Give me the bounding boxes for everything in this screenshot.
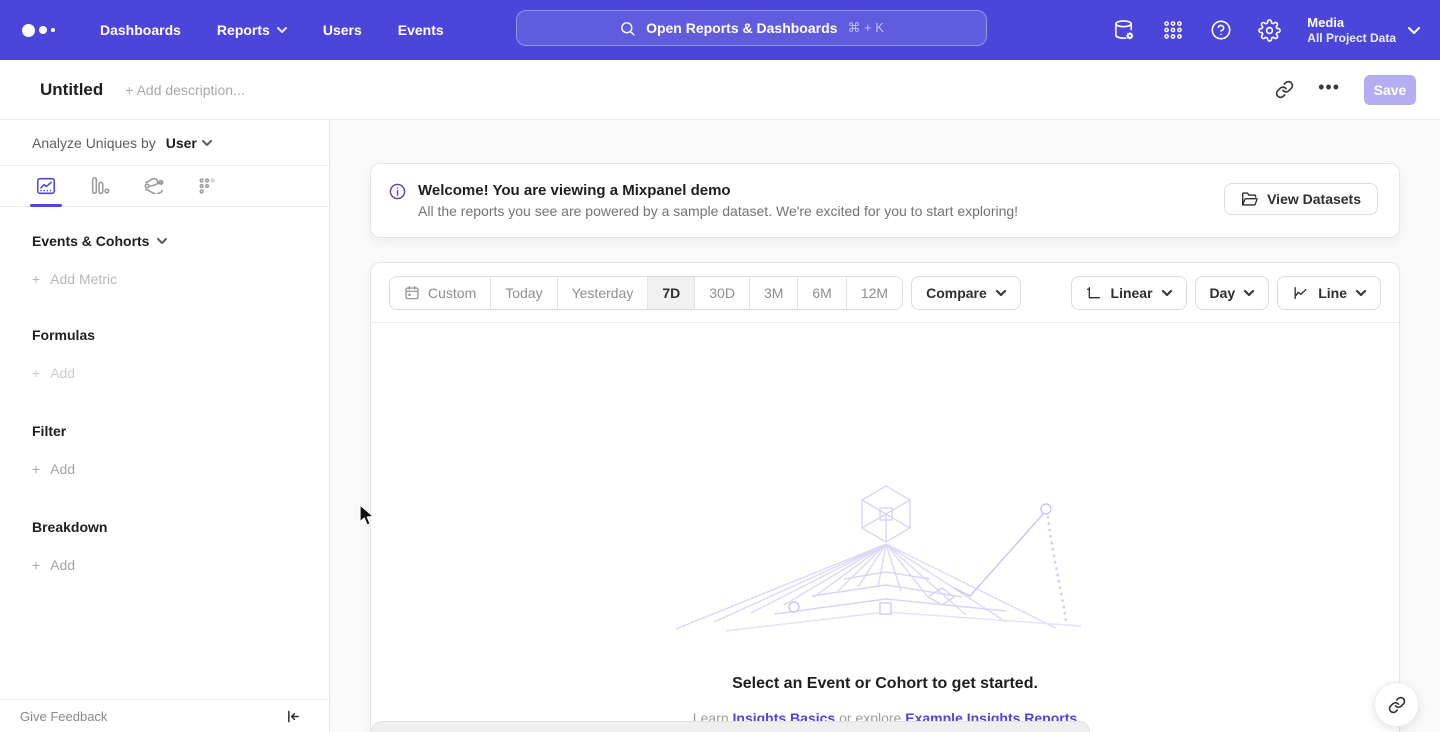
collapse-sidebar-icon[interactable]	[286, 709, 301, 724]
chevron-down-icon	[1356, 290, 1366, 296]
copy-link-icon[interactable]	[1275, 80, 1294, 99]
analyze-row: Analyze Uniques by User	[0, 120, 329, 166]
query-builder-sidebar: Analyze Uniques by User Events & Cohorts…	[0, 120, 330, 732]
insights-chart-icon	[35, 175, 57, 197]
data-management-icon[interactable]	[1113, 19, 1136, 42]
nav-item-reports[interactable]: Reports	[217, 22, 287, 38]
chevron-down-icon	[1408, 27, 1420, 34]
nav-menu: Dashboards Reports Users Events	[100, 22, 444, 38]
more-options-icon[interactable]: •••	[1318, 82, 1340, 98]
empty-chart-area: Select an Event or Cohort to get started…	[371, 323, 1399, 732]
chevron-down-icon	[1162, 290, 1172, 296]
apps-grid-icon[interactable]	[1162, 19, 1184, 41]
nav-right-cluster: Media All Project Data	[1113, 0, 1420, 60]
chart-type-dropdown[interactable]: Line	[1277, 276, 1381, 310]
chevron-down-icon	[157, 238, 167, 244]
plus-icon: +	[32, 557, 40, 573]
give-feedback-link[interactable]: Give Feedback	[20, 709, 107, 724]
events-cohorts-section[interactable]: Events & Cohorts	[32, 233, 329, 249]
report-type-tabs	[0, 166, 329, 207]
interval-dropdown[interactable]: Day	[1195, 276, 1270, 310]
add-filter-button[interactable]: + Add	[32, 461, 329, 477]
view-datasets-button[interactable]: View Datasets	[1224, 183, 1378, 215]
top-nav: Dashboards Reports Users Events Open Rep…	[0, 0, 1440, 60]
add-metric-button[interactable]: + Add Metric	[32, 271, 329, 287]
global-search-input[interactable]: Open Reports & Dashboards ⌘ + K	[516, 10, 987, 46]
bottom-table-sheet-edge[interactable]	[371, 721, 1090, 732]
filter-section-title: Filter	[32, 423, 329, 439]
calendar-icon	[404, 285, 420, 301]
scale-dropdown[interactable]: Linear	[1071, 276, 1187, 310]
tab-funnels[interactable]	[86, 166, 114, 207]
date-range-6m[interactable]: 6M	[798, 277, 846, 309]
date-range-30d[interactable]: 30D	[695, 277, 750, 309]
folder-icon	[1241, 192, 1258, 207]
date-range-custom[interactable]: Custom	[390, 277, 491, 309]
chevron-down-icon	[277, 27, 287, 33]
analyze-by-dropdown[interactable]: User	[166, 135, 212, 151]
welcome-banner: Welcome! You are viewing a Mixpanel demo…	[370, 163, 1400, 238]
nav-item-events[interactable]: Events	[398, 22, 444, 38]
search-icon	[619, 20, 636, 37]
project-name: Media	[1307, 15, 1396, 31]
chevron-down-icon	[996, 290, 1006, 296]
tab-flows[interactable]	[140, 166, 168, 207]
sidebar-footer: Give Feedback	[0, 699, 329, 732]
formulas-section-title: Formulas	[32, 327, 329, 343]
add-breakdown-button[interactable]: + Add	[32, 557, 329, 573]
link-icon	[1388, 696, 1406, 714]
date-range-3m[interactable]: 3M	[750, 277, 798, 309]
flows-icon	[143, 175, 165, 197]
plus-icon: +	[32, 271, 40, 287]
report-chart-card: Custom Today Yesterday 7D 30D 3M 6M 12M …	[370, 262, 1400, 732]
banner-title: Welcome! You are viewing a Mixpanel demo	[418, 182, 1018, 199]
empty-state-illustration	[666, 481, 1086, 641]
line-chart-icon	[1292, 285, 1309, 301]
project-switcher[interactable]: Media All Project Data	[1307, 15, 1420, 46]
mixpanel-logo-icon[interactable]	[22, 24, 68, 37]
date-range-today[interactable]: Today	[491, 277, 557, 309]
banner-subtitle: All the reports you see are powered by a…	[418, 203, 1018, 219]
compare-dropdown[interactable]: Compare	[911, 276, 1021, 310]
plus-icon: +	[32, 365, 40, 381]
info-icon	[389, 183, 406, 200]
help-icon[interactable]	[1210, 19, 1232, 41]
report-description-placeholder[interactable]: + Add description...	[125, 82, 244, 98]
tab-retention[interactable]	[194, 166, 222, 207]
date-range-7d[interactable]: 7D	[648, 277, 695, 309]
linear-axes-icon	[1086, 285, 1102, 301]
date-range-yesterday[interactable]: Yesterday	[558, 277, 649, 309]
save-button[interactable]: Save	[1364, 75, 1416, 105]
project-data-view: All Project Data	[1307, 31, 1396, 46]
plus-icon: +	[32, 461, 40, 477]
breakdown-section-title: Breakdown	[32, 519, 329, 535]
report-title[interactable]: Untitled	[40, 80, 103, 100]
report-toolbar: Untitled + Add description... ••• Save	[0, 60, 1440, 120]
nav-item-users[interactable]: Users	[323, 22, 362, 38]
settings-gear-icon[interactable]	[1258, 19, 1281, 42]
search-shortcut: ⌘ + K	[847, 20, 884, 36]
date-range-12m[interactable]: 12M	[847, 277, 902, 309]
chart-controls: Custom Today Yesterday 7D 30D 3M 6M 12M …	[371, 263, 1399, 323]
empty-state-title: Select an Event or Cohort to get started…	[371, 675, 1399, 693]
share-link-fab[interactable]	[1374, 682, 1419, 727]
retention-grid-icon	[197, 175, 219, 197]
funnels-bars-icon	[89, 175, 111, 197]
date-range-segmented-control: Custom Today Yesterday 7D 30D 3M 6M 12M	[389, 276, 903, 310]
analyze-label: Analyze Uniques by	[32, 135, 156, 151]
search-placeholder: Open Reports & Dashboards	[646, 20, 837, 36]
add-formula-button[interactable]: + Add	[32, 365, 329, 381]
tab-insights[interactable]	[32, 166, 60, 207]
nav-item-dashboards[interactable]: Dashboards	[100, 22, 181, 38]
chevron-down-icon	[1244, 290, 1254, 296]
chevron-down-icon	[202, 140, 212, 146]
